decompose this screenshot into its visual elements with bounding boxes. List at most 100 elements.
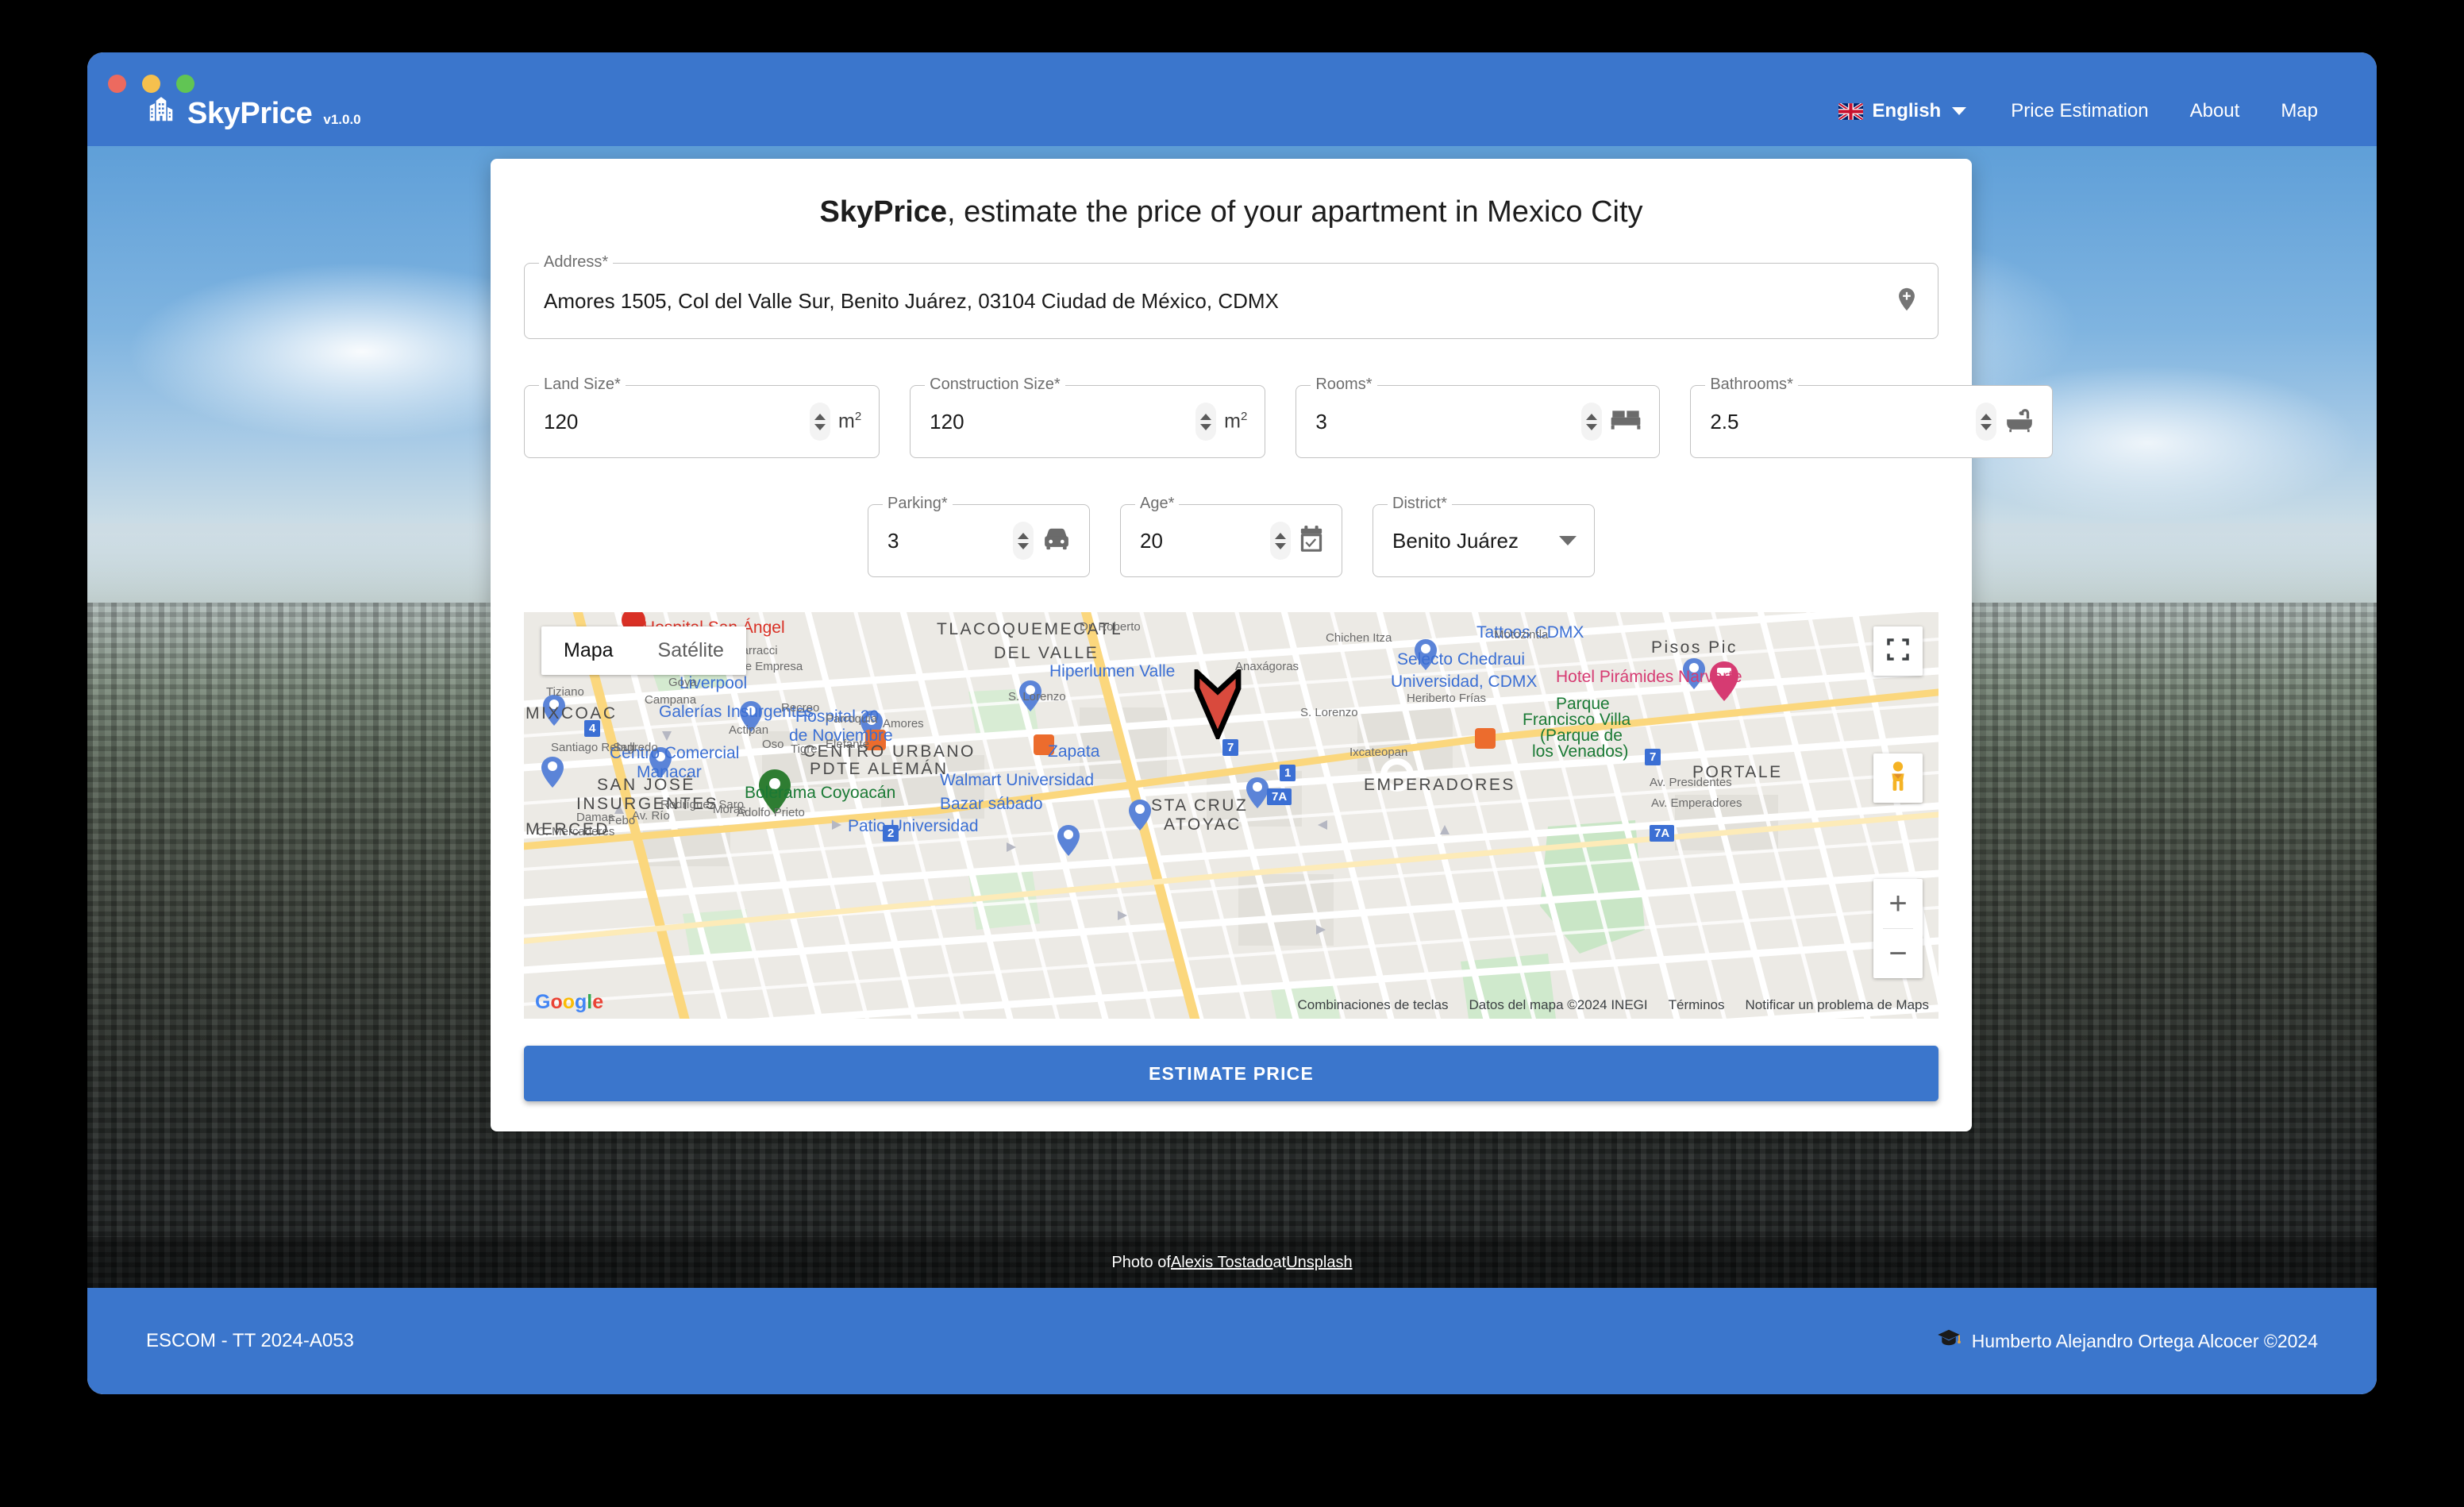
age-field[interactable]: Age* (1120, 495, 1342, 577)
site-navbar: SkyPrice v1.0.0 English Price Estimation… (87, 76, 2377, 146)
map-zoom-out-button[interactable]: − (1873, 929, 1923, 978)
unit-text: m (1224, 410, 1241, 433)
hero-section: SkyPrice, estimate the price of your apa… (87, 146, 2377, 1288)
stepper-down-icon[interactable] (1981, 423, 1992, 430)
map-zoom-controls[interactable]: + − (1873, 879, 1923, 978)
construction-size-label-text: Construction Size (930, 376, 1054, 393)
location-arrow-marker[interactable] (1193, 666, 1242, 743)
construction-size-unit: m2 (1224, 410, 1247, 433)
bathrooms-input[interactable] (1710, 409, 1977, 434)
map-attribution: Combinaciones de teclas Datos del mapa ©… (1298, 997, 1929, 1013)
photo-credit-middle: at (1272, 1253, 1287, 1271)
rooms-stepper[interactable] (1581, 403, 1603, 441)
map-attribution-keyboard[interactable]: Combinaciones de teclas (1298, 997, 1449, 1013)
address-field[interactable]: Address* (524, 253, 1938, 339)
land-size-input[interactable] (544, 409, 810, 434)
map-attribution-report[interactable]: Notificar un problema de Maps (1745, 997, 1929, 1013)
chevron-down-icon[interactable] (1559, 536, 1577, 545)
district-field[interactable]: District* Benito Juárez (1373, 495, 1595, 577)
required-mark: * (602, 253, 609, 271)
stepper-down-icon[interactable] (814, 423, 826, 430)
land-size-stepper[interactable] (810, 403, 830, 441)
map-fullscreen-button[interactable] (1873, 626, 1923, 676)
parking-label-text: Parking (887, 495, 941, 512)
bathrooms-field[interactable]: Bathrooms* (1690, 376, 2054, 458)
brand-version: v1.0.0 (323, 111, 361, 127)
buildings-icon (146, 94, 176, 129)
language-label: English (1872, 100, 1942, 121)
map-type-satelite[interactable]: Satélite (636, 626, 746, 675)
construction-size-field[interactable]: Construction Size* m2 (910, 376, 1266, 458)
age-label-text: Age (1140, 495, 1168, 512)
price-estimation-card: SkyPrice, estimate the price of your apa… (491, 159, 2054, 1131)
window-titlebar: SkyPrice v1.0.0 English Price Estimation… (87, 52, 2377, 146)
photo-source-link[interactable]: Unsplash (1286, 1254, 1352, 1272)
stepper-up-icon[interactable] (1018, 532, 1029, 539)
stepper-down-icon[interactable] (1200, 423, 1212, 430)
map-attribution-terms[interactable]: Términos (1669, 997, 1725, 1013)
address-row: Address* (524, 253, 1938, 339)
rooms-field[interactable]: Rooms* (1296, 376, 1661, 458)
map-zoom-in-button[interactable]: + (1873, 879, 1923, 928)
page-title-brand: SkyPrice (819, 195, 948, 229)
bathrooms-stepper[interactable] (1976, 403, 1997, 441)
page-title-rest: , estimate the price of your apartment i… (947, 195, 1643, 229)
stepper-up-icon[interactable] (1275, 532, 1286, 539)
nav-link-about[interactable]: About (2190, 100, 2240, 122)
rooms-input[interactable] (1315, 409, 1582, 434)
street-view-pegman-button[interactable] (1873, 754, 1923, 803)
photo-credit-prefix: Photo of (1111, 1253, 1171, 1271)
nav-link-price-estimation[interactable]: Price Estimation (2011, 100, 2148, 122)
street-view-pegman-icon (1885, 761, 1911, 796)
location-map[interactable]: Mapa Satélite + − Google Combinaciones d… (524, 612, 1938, 1019)
land-size-label: Land Size* (539, 376, 626, 394)
parking-field[interactable]: Parking* (868, 495, 1090, 577)
minimize-window-button[interactable] (142, 75, 160, 93)
bathrooms-label-text: Bathrooms (1710, 376, 1788, 393)
brand-logo[interactable]: SkyPrice v1.0.0 (146, 94, 361, 129)
age-label: Age* (1135, 495, 1180, 513)
stepper-up-icon[interactable] (1586, 413, 1598, 420)
estimate-price-button[interactable]: ESTIMATE PRICE (524, 1046, 1938, 1101)
district-label-text: District (1392, 495, 1442, 512)
address-label-text: Address (544, 253, 603, 271)
age-input[interactable] (1140, 528, 1270, 553)
graduation-cap-icon (1937, 1328, 1961, 1354)
map-type-mapa[interactable]: Mapa (541, 626, 636, 675)
parking-stepper[interactable] (1013, 522, 1034, 560)
land-size-label-text: Land Size (544, 376, 614, 393)
close-window-button[interactable] (108, 75, 126, 93)
map-route-shield: 7 (1645, 749, 1661, 765)
google-logo: Google (535, 990, 608, 1014)
fields-row-2: Parking * 3 Age* 20 District* Benito Juár… (524, 495, 1938, 577)
construction-size-stepper[interactable] (1195, 403, 1217, 441)
brand-name: SkyPrice (187, 96, 313, 130)
map-route-shield: 4 (584, 720, 601, 737)
required-mark: * (1168, 495, 1175, 512)
required-mark: * (1787, 376, 1793, 393)
age-stepper[interactable] (1270, 522, 1291, 560)
stepper-down-icon[interactable] (1275, 542, 1286, 549)
parking-input[interactable] (887, 528, 1013, 553)
photo-credit: Photo of Alexis Tostado at Unsplash (87, 1237, 2377, 1288)
stepper-up-icon[interactable] (814, 413, 826, 420)
land-size-field[interactable]: Land Size* m2 (524, 376, 880, 458)
language-selector[interactable]: English (1838, 100, 1967, 122)
map-route-shield: 2 (883, 825, 899, 842)
stepper-down-icon[interactable] (1018, 542, 1029, 549)
nav-link-map[interactable]: Map (2281, 100, 2318, 122)
map-pin-icon[interactable] (1893, 286, 1920, 317)
parking-label: Parking* (883, 495, 953, 513)
stepper-up-icon[interactable] (1200, 413, 1212, 420)
stepper-down-icon[interactable] (1586, 423, 1598, 430)
maximize-window-button[interactable] (176, 75, 194, 93)
stepper-up-icon[interactable] (1981, 413, 1992, 420)
construction-size-input[interactable] (930, 409, 1196, 434)
map-type-toggle[interactable]: Mapa Satélite (541, 626, 746, 675)
calendar-check-icon (1299, 525, 1324, 557)
address-input[interactable] (544, 288, 1884, 314)
photo-author-link[interactable]: Alexis Tostado (1171, 1254, 1273, 1272)
district-label: District* (1388, 495, 1452, 513)
footer-left-text: ESCOM - TT 2024-A053 (146, 1330, 354, 1351)
car-icon (1041, 527, 1072, 555)
